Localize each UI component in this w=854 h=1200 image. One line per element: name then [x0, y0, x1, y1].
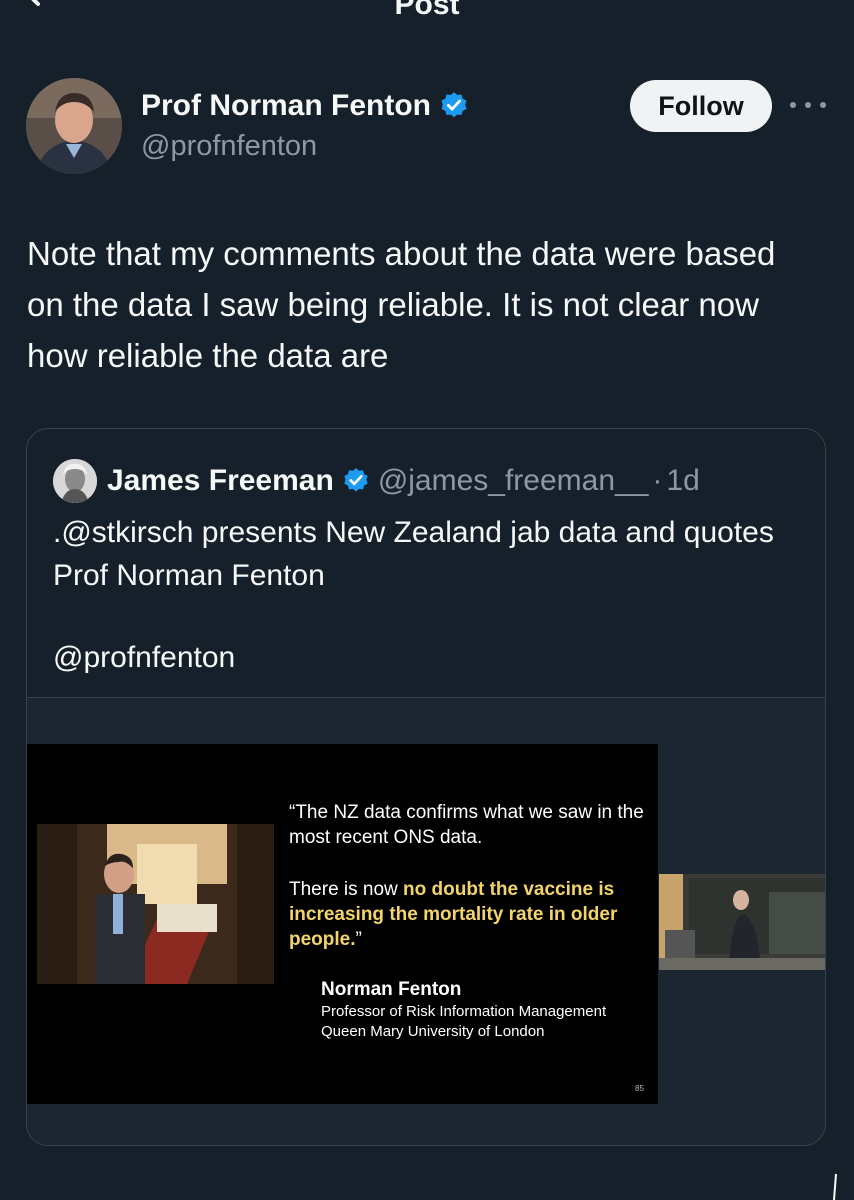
- slide-quote-line-2: There is now no doubt the vaccine is inc…: [289, 877, 649, 952]
- author-name-text: Prof Norman Fenton: [141, 89, 431, 122]
- quote-author-handle[interactable]: @james_freeman__: [378, 464, 649, 498]
- more-horizontal-icon[interactable]: [790, 96, 826, 114]
- quote-media[interactable]: “The NZ data confirms what we saw in the…: [27, 698, 825, 1145]
- slide-quote-suffix: ”: [355, 929, 362, 950]
- quote-timestamp[interactable]: 1d: [666, 464, 699, 498]
- slide-author-name: Norman Fenton: [321, 979, 462, 1000]
- author-name[interactable]: Prof Norman Fenton: [141, 86, 469, 126]
- decorative-line: [833, 1173, 837, 1200]
- quote-author-name[interactable]: James Freeman: [107, 464, 334, 498]
- quote-author-avatar[interactable]: [53, 459, 97, 503]
- slide-author-org: Queen Mary University of London: [321, 1023, 545, 1040]
- quote-mention-link[interactable]: @profnfenton: [53, 636, 235, 680]
- slide-quote: “The NZ data confirms what we saw in the…: [289, 800, 649, 979]
- quote-text: .@stkirsch presents New Zealand jab data…: [53, 516, 774, 592]
- page-title: Post: [394, 0, 460, 21]
- slide-quote-line-1: “The NZ data confirms what we saw in the…: [289, 802, 644, 848]
- library-photo: [37, 824, 274, 984]
- separator-dot: ·: [652, 464, 663, 497]
- slide-author: Norman Fenton Professor of Risk Informat…: [321, 978, 651, 1042]
- slide-author-title: Professor of Risk Information Management: [321, 1003, 607, 1020]
- quote-header: James Freeman @james_freeman__ · 1d: [107, 459, 700, 503]
- slide-quote-prefix: There is now: [289, 879, 404, 900]
- quoted-post[interactable]: James Freeman @james_freeman__ · 1d .@st…: [26, 428, 826, 1146]
- video-frame-slide[interactable]: “The NZ data confirms what we saw in the…: [27, 744, 658, 1104]
- post-text: Note that my comments about the data wer…: [27, 235, 776, 374]
- verified-badge-icon: [344, 468, 368, 492]
- verified-badge-icon: [441, 92, 467, 118]
- slide-number: 85: [635, 1084, 644, 1093]
- author-handle[interactable]: @profnfenton: [141, 127, 317, 165]
- speaker-photo: [659, 874, 825, 970]
- follow-button[interactable]: Follow: [630, 80, 772, 132]
- author-avatar[interactable]: [26, 78, 122, 174]
- top-bar: Post: [0, 0, 854, 40]
